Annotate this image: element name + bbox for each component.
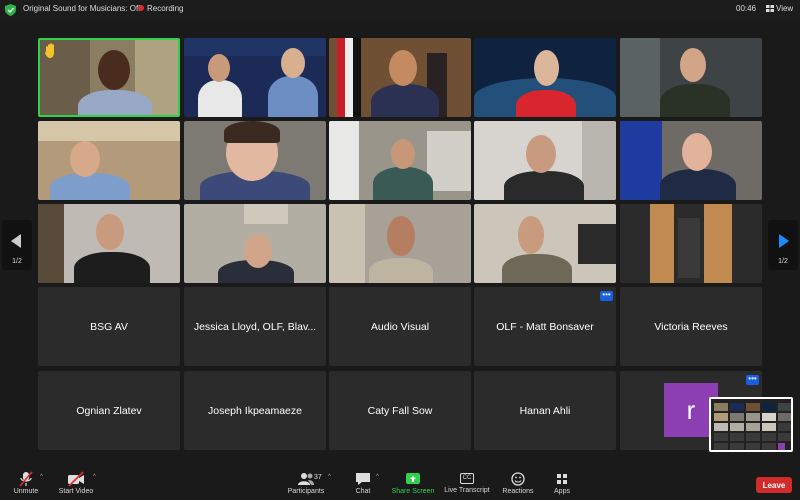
start-video-button[interactable]: Start Video — [56, 468, 96, 500]
recording-indicator[interactable]: Recording — [138, 4, 183, 13]
participant-tile[interactable]: Victoria Reeves — [620, 287, 762, 366]
video-tile[interactable] — [474, 38, 616, 117]
start-video-label: Start Video — [58, 488, 94, 495]
chat-label: Chat — [355, 488, 371, 495]
participants-label: Participants — [287, 488, 325, 495]
participant-tile[interactable]: Hanan Ahli — [474, 371, 616, 450]
chevron-right-icon — [779, 234, 789, 248]
participant-tile[interactable]: Ognian Zlatev — [38, 371, 180, 450]
participant-tile[interactable]: Caty Fall Sow — [329, 371, 471, 450]
participant-tile[interactable]: Audio Visual — [329, 287, 471, 366]
next-page-button[interactable]: 1/2 — [768, 220, 798, 270]
video-tile[interactable] — [38, 121, 180, 200]
chat-button[interactable]: Chat — [350, 468, 376, 500]
participant-name: Ognian Zlatev — [76, 404, 142, 417]
cc-icon: CC — [460, 473, 474, 484]
view-label: View — [776, 4, 794, 13]
participant-name: Hanan Ahli — [519, 404, 571, 417]
video-tile[interactable] — [38, 38, 180, 117]
reactions-button[interactable]: Reactions — [500, 468, 536, 500]
reactions-label: Reactions — [502, 488, 534, 495]
participant-name: Caty Fall Sow — [367, 404, 433, 417]
live-transcript-button[interactable]: CC Live Transcript — [440, 468, 494, 500]
live-transcript-label: Live Transcript — [444, 487, 490, 494]
apps-label: Apps — [554, 488, 570, 495]
recording-dot-icon — [138, 5, 144, 11]
meeting-top-bar: Original Sound for Musicians: Off Record… — [0, 0, 800, 20]
mic-muted-icon — [19, 471, 33, 487]
participant-name: Jessica Lloyd, OLF, Blav... — [193, 320, 317, 333]
share-screen-icon — [406, 473, 420, 484]
apps-icon — [557, 474, 567, 484]
leave-button[interactable]: Leave — [756, 477, 792, 493]
unmute-label: Unmute — [13, 488, 39, 495]
chevron-left-icon — [11, 234, 21, 248]
participant-name: Victoria Reeves — [654, 320, 728, 333]
view-grid-icon — [766, 5, 774, 12]
participant-tile[interactable]: BSG AV — [38, 287, 180, 366]
participant-tile[interactable]: Jessica Lloyd, OLF, Blav... — [184, 287, 326, 366]
chat-options-caret[interactable]: ^ — [376, 474, 379, 480]
video-tile[interactable] — [620, 38, 762, 117]
page-indicator-left: 1/2 — [12, 258, 22, 265]
share-screen-button[interactable]: Share Screen — [390, 468, 436, 500]
video-options-caret[interactable]: ^ — [93, 474, 96, 480]
unmute-button[interactable]: Unmute — [8, 468, 44, 500]
participant-name: Audio Visual — [370, 320, 430, 333]
meeting-toolbar: Unmute ^ Start Video ^ 37 Participants ^… — [0, 468, 800, 500]
video-tile[interactable] — [474, 204, 616, 283]
audio-options-caret[interactable]: ^ — [40, 474, 43, 480]
self-view-thumbnail[interactable] — [709, 397, 793, 452]
participant-more-button[interactable]: ••• — [600, 291, 613, 301]
participant-name: Joseph Ikpeamaeze — [208, 404, 302, 417]
participant-name: BSG AV — [90, 320, 128, 333]
apps-button[interactable]: Apps — [550, 468, 574, 500]
meeting-timer: 00:46 — [736, 4, 757, 13]
chat-icon — [356, 473, 370, 485]
recording-label: Recording — [147, 4, 184, 13]
shield-icon[interactable] — [5, 4, 16, 16]
previous-page-button[interactable]: 1/2 — [2, 220, 32, 270]
page-indicator-right: 1/2 — [778, 258, 788, 265]
video-tile[interactable] — [184, 121, 326, 200]
participants-count: 37 — [314, 474, 322, 481]
view-button[interactable]: View — [766, 4, 793, 13]
video-tile[interactable] — [474, 121, 616, 200]
video-tile[interactable] — [620, 121, 762, 200]
video-off-icon — [68, 471, 84, 487]
reactions-icon — [511, 472, 525, 486]
video-tile[interactable] — [620, 204, 762, 283]
video-tile[interactable] — [329, 38, 471, 117]
participant-name: OLF - Matt Bonsaver — [496, 320, 594, 333]
participant-tile[interactable]: Joseph Ikpeamaeze — [184, 371, 326, 450]
share-screen-label: Share Screen — [391, 488, 435, 495]
participant-more-button[interactable]: ••• — [746, 375, 759, 385]
video-tile[interactable] — [329, 204, 471, 283]
participants-button[interactable]: 37 Participants — [284, 468, 328, 500]
video-tile[interactable] — [184, 38, 326, 117]
original-sound-status[interactable]: Original Sound for Musicians: Off — [23, 4, 140, 13]
participants-icon — [298, 473, 314, 485]
video-tile[interactable] — [38, 204, 180, 283]
participant-tile[interactable]: OLF - Matt Bonsaver ••• — [474, 287, 616, 366]
hand-raise-icon — [45, 43, 54, 58]
participants-options-caret[interactable]: ^ — [328, 474, 331, 480]
video-tile[interactable] — [184, 204, 326, 283]
video-tile[interactable] — [329, 121, 471, 200]
